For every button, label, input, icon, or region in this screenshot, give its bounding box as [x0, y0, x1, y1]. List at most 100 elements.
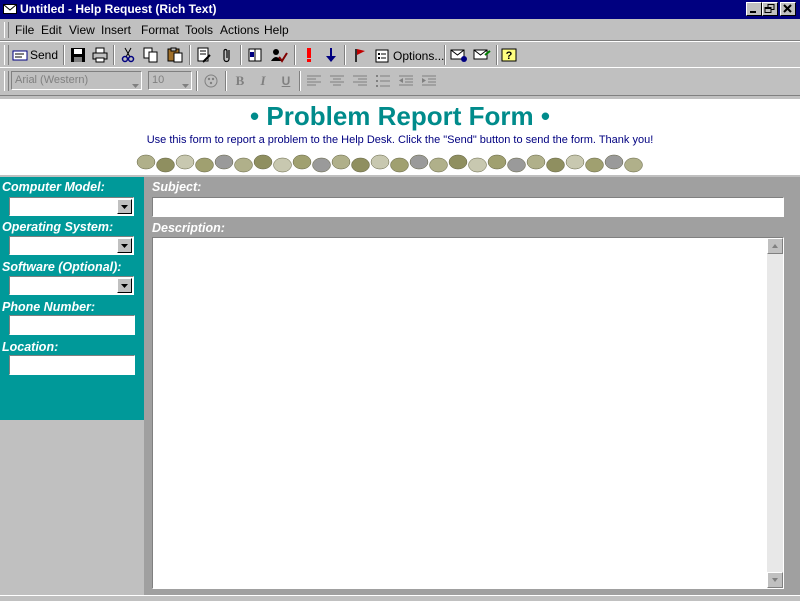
- address-book-icon: [248, 48, 262, 62]
- menu-grip[interactable]: [4, 22, 9, 38]
- decorative-stone-border: [136, 154, 643, 173]
- chevron-down-icon[interactable]: [182, 77, 189, 91]
- assistant-icon: ?: [501, 48, 517, 62]
- send-icon: [12, 50, 28, 61]
- menu-view[interactable]: View: [69, 23, 95, 37]
- font-name-combo[interactable]: Arial (Western): [11, 71, 142, 90]
- address-book-button[interactable]: [245, 45, 265, 65]
- paste-button[interactable]: [165, 45, 185, 65]
- computer-model-combo[interactable]: [9, 197, 134, 216]
- align-left-button[interactable]: [304, 71, 324, 91]
- chevron-down-icon[interactable]: [117, 278, 132, 293]
- menu-insert[interactable]: Insert: [101, 23, 131, 37]
- importance-high-button[interactable]: [299, 45, 319, 65]
- attach-button[interactable]: [217, 45, 237, 65]
- message-security-button[interactable]: [449, 45, 469, 65]
- stone: [273, 157, 292, 173]
- location-label: Location:: [2, 340, 59, 354]
- envelope-icon[interactable]: [3, 3, 17, 15]
- menu-actions[interactable]: Actions: [220, 23, 259, 37]
- font-color-button[interactable]: [201, 71, 221, 91]
- down-arrow-icon: [326, 48, 336, 62]
- stone: [292, 154, 312, 170]
- stone: [487, 154, 507, 170]
- chevron-down-icon[interactable]: [132, 77, 139, 91]
- stone: [448, 154, 468, 170]
- stone: [565, 154, 585, 170]
- computer-model-label: Computer Model:: [2, 180, 105, 194]
- status-bar: [0, 595, 800, 601]
- close-button[interactable]: [780, 2, 796, 16]
- format-toolbar-grip[interactable]: [4, 71, 9, 91]
- chevron-down-icon[interactable]: [117, 238, 132, 253]
- phone-number-label: Phone Number:: [2, 300, 96, 314]
- subject-field[interactable]: [152, 197, 784, 217]
- save-button[interactable]: [68, 45, 88, 65]
- print-button[interactable]: [90, 45, 110, 65]
- save-icon: [71, 48, 85, 62]
- underline-button[interactable]: U: [276, 71, 296, 91]
- options-button[interactable]: Options...: [374, 46, 444, 66]
- vertical-scrollbar[interactable]: [767, 238, 783, 588]
- menu-edit[interactable]: Edit: [41, 23, 62, 37]
- office-assistant-button[interactable]: ?: [500, 45, 520, 65]
- paperclip-icon: [223, 48, 230, 63]
- scissors-icon: [121, 47, 135, 63]
- stone: [195, 157, 214, 173]
- increase-indent-button[interactable]: [419, 71, 439, 91]
- align-right-icon: [353, 75, 367, 86]
- operating-system-combo[interactable]: [9, 236, 134, 255]
- bullets-button[interactable]: [373, 71, 393, 91]
- paste-icon: [167, 47, 183, 63]
- cut-button[interactable]: [118, 45, 138, 65]
- stone: [331, 154, 351, 170]
- minimize-button[interactable]: [746, 2, 762, 16]
- insert-file-button[interactable]: [194, 45, 214, 65]
- phone-number-field[interactable]: [9, 315, 135, 335]
- restore-button[interactable]: [762, 2, 778, 16]
- operating-system-label: Operating System:: [2, 220, 114, 234]
- encrypt-button[interactable]: [472, 45, 492, 65]
- scroll-down-button[interactable]: [767, 572, 783, 588]
- menu-file[interactable]: File: [15, 23, 34, 37]
- font-size-value: 10: [152, 74, 165, 86]
- window-title: Untitled - Help Request (Rich Text): [20, 2, 217, 16]
- importance-low-button[interactable]: [321, 45, 341, 65]
- scroll-up-button[interactable]: [767, 238, 783, 254]
- bold-button[interactable]: B: [230, 71, 250, 91]
- insert-file-icon: [197, 47, 211, 63]
- outdent-icon: [399, 75, 413, 86]
- font-size-combo[interactable]: 10: [148, 71, 192, 90]
- location-field[interactable]: [9, 355, 135, 375]
- stone: [312, 157, 331, 173]
- copy-button[interactable]: [141, 45, 161, 65]
- left-field-panel: Computer Model: Operating System: Softwa…: [0, 177, 144, 420]
- check-names-icon: [271, 49, 288, 63]
- palette-icon: [204, 74, 218, 88]
- stone: [351, 157, 370, 173]
- stone: [370, 154, 390, 170]
- italic-button[interactable]: I: [253, 71, 273, 91]
- description-field[interactable]: [152, 237, 784, 589]
- align-center-icon: [330, 75, 344, 86]
- bullets-icon: [376, 75, 390, 87]
- align-right-button[interactable]: [350, 71, 370, 91]
- chevron-down-icon[interactable]: [117, 199, 132, 214]
- encrypted-envelope-icon: [473, 49, 491, 60]
- stone: [136, 154, 156, 170]
- form-instructions: Use this form to report a problem to the…: [146, 134, 654, 146]
- stone: [604, 154, 624, 170]
- send-button[interactable]: Send: [12, 45, 60, 65]
- align-center-button[interactable]: [327, 71, 347, 91]
- flag-button[interactable]: [350, 45, 370, 65]
- stone: [234, 157, 253, 173]
- menu-format[interactable]: Format: [141, 23, 179, 37]
- check-names-button[interactable]: [269, 45, 289, 65]
- software-combo[interactable]: [9, 276, 134, 295]
- decrease-indent-button[interactable]: [396, 71, 416, 91]
- toolbar-grip[interactable]: [4, 45, 9, 65]
- menu-help[interactable]: Help: [264, 23, 289, 37]
- title-bar[interactable]: Untitled - Help Request (Rich Text): [0, 0, 800, 19]
- menu-tools[interactable]: Tools: [185, 23, 213, 37]
- standard-toolbar: Send Options... ?: [0, 41, 800, 69]
